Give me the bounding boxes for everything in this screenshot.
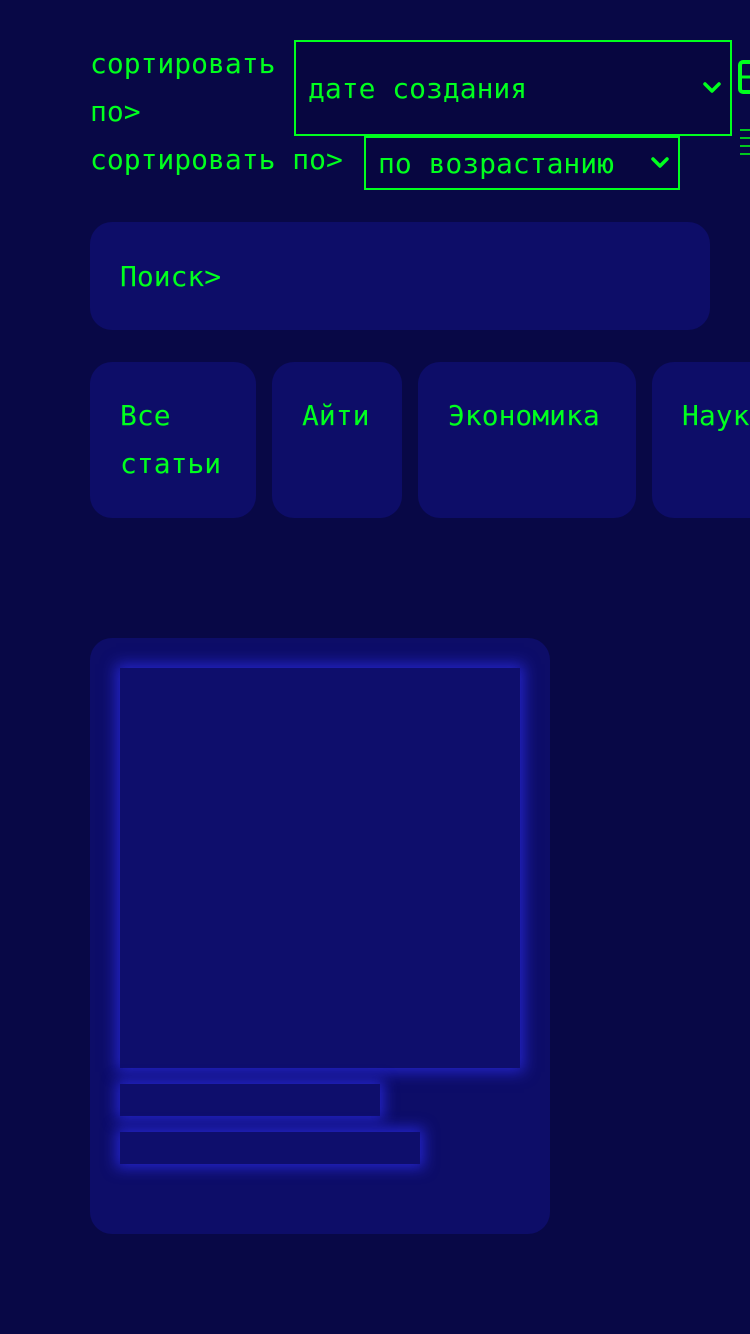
category-tab-label: Айти — [302, 399, 370, 432]
sort-field-select[interactable]: дате создания — [294, 40, 732, 136]
chevron-down-icon — [651, 157, 669, 168]
skeleton-title-line — [120, 1084, 380, 1116]
articles-page: сортировать по> дате создания сортироват… — [0, 0, 750, 1334]
sort-order-select[interactable]: по возрастанию — [364, 136, 680, 190]
category-tab-label: Экономика — [448, 399, 600, 432]
category-tab-all[interactable]: Все статьи — [90, 362, 256, 518]
search-label: Поиск> — [120, 259, 222, 293]
category-tab-it[interactable]: Айти — [272, 362, 402, 518]
sort-order-value: по возрастанию — [378, 146, 615, 180]
article-card-skeleton — [90, 638, 550, 1234]
skeleton-image — [120, 668, 520, 1068]
sort-field-value: дате создания — [308, 71, 528, 105]
grid-icon[interactable] — [738, 60, 750, 94]
category-tab-economics[interactable]: Экономика — [418, 362, 636, 518]
category-tab-science[interactable]: Наука — [652, 362, 750, 518]
menu-icon[interactable] — [738, 124, 750, 158]
chevron-down-icon — [703, 82, 721, 93]
category-tab-label: Наука — [682, 399, 750, 432]
sort-order-label: сортировать по> — [90, 143, 343, 176]
search-input[interactable]: Поиск> — [90, 222, 710, 330]
sort-field-label: сортировать по> — [90, 47, 276, 128]
category-tab-label: Все статьи — [120, 399, 222, 480]
category-tabs: Все статьи Айти Экономика Наука — [90, 362, 750, 518]
skeleton-text-line — [120, 1132, 420, 1164]
